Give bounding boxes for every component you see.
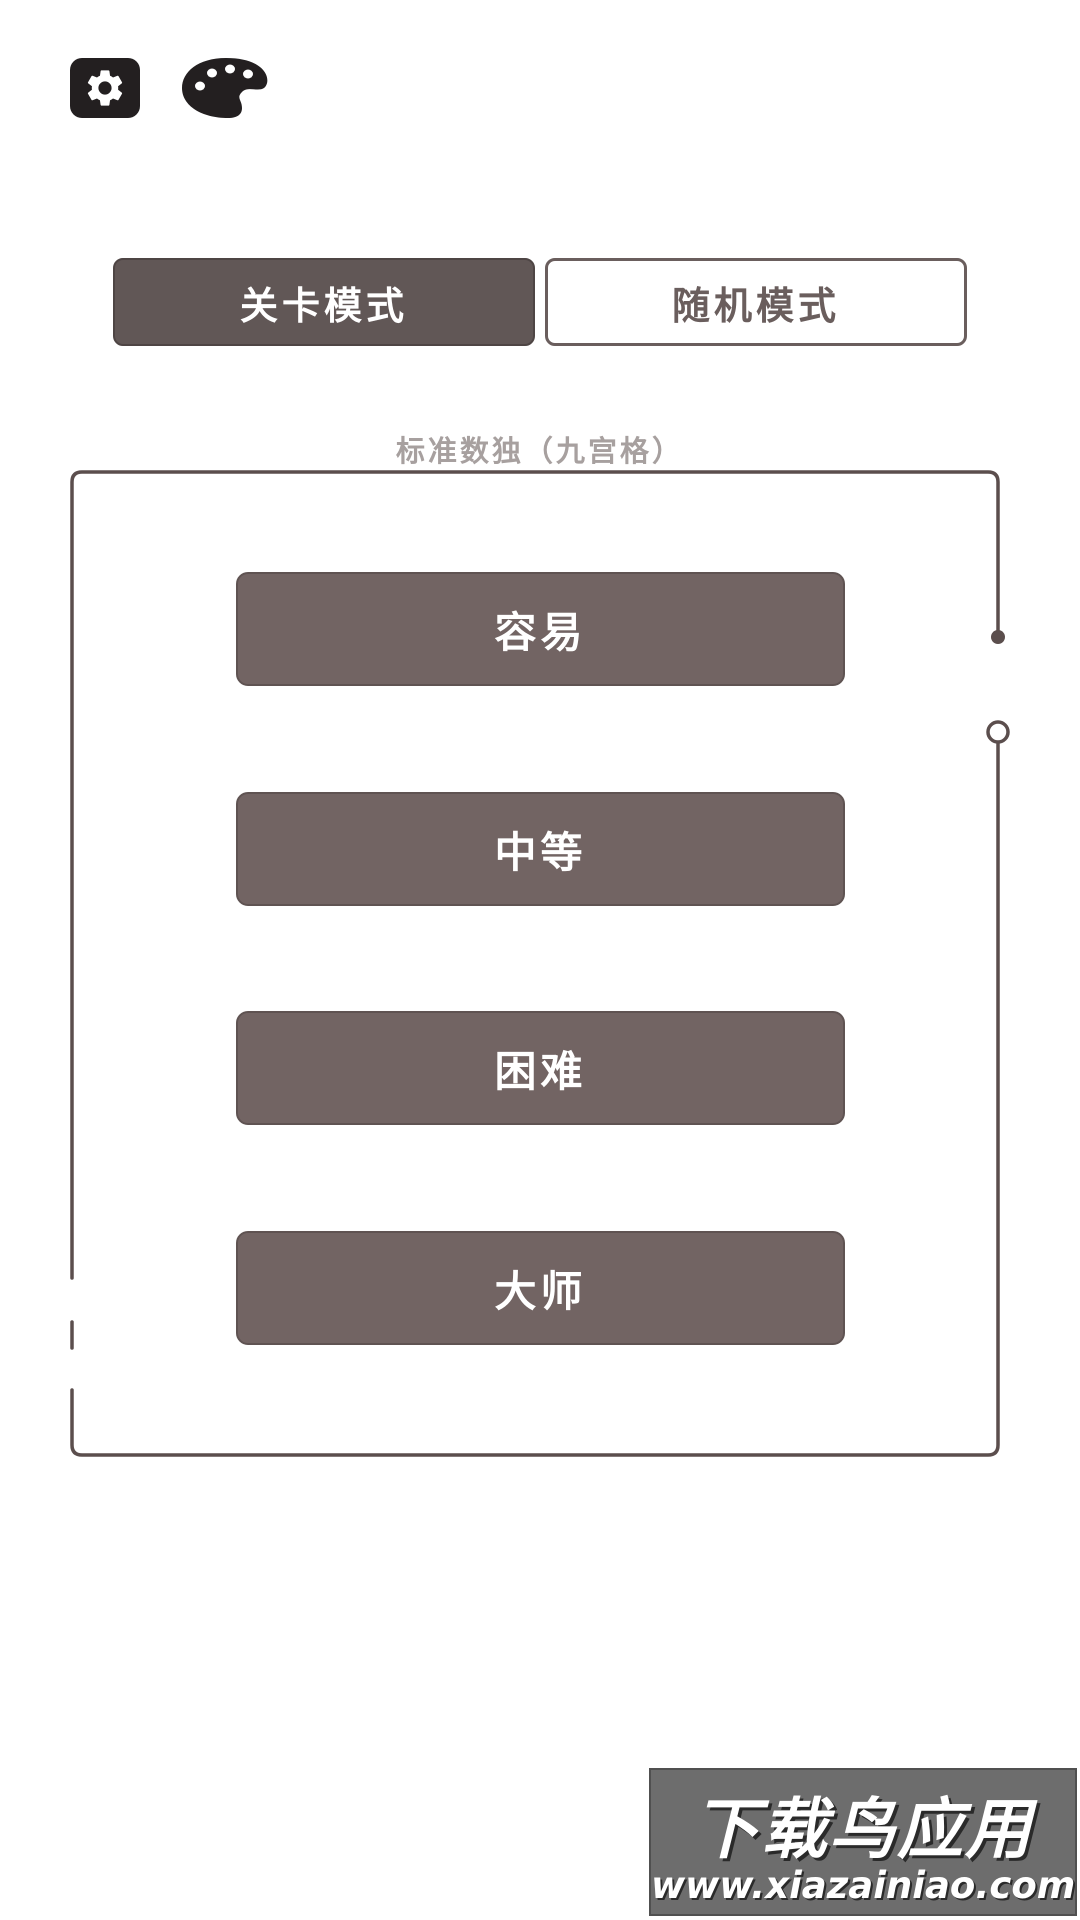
watermark-title: 下载鸟应用	[693, 1791, 1033, 1868]
difficulty-easy-button[interactable]: 容易	[236, 572, 845, 686]
difficulty-medium-button[interactable]: 中等	[236, 792, 845, 906]
tab-random-mode[interactable]: 随机模式	[545, 258, 967, 346]
watermark-url: www.xiazainiao.com	[651, 1864, 1076, 1907]
difficulty-master-button[interactable]: 大师	[236, 1231, 845, 1345]
watermark-banner: 下载鸟应用 www.xiazainiao.com	[649, 1768, 1077, 1916]
gear-icon	[87, 70, 123, 106]
difficulty-hard-button[interactable]: 困难	[236, 1011, 845, 1125]
palette-button[interactable]	[180, 56, 272, 120]
section-title: 标准数独（九宫格）	[395, 434, 684, 468]
settings-button[interactable]	[70, 58, 140, 118]
tab-level-mode[interactable]: 关卡模式	[113, 258, 535, 346]
palette-icon	[182, 58, 268, 118]
